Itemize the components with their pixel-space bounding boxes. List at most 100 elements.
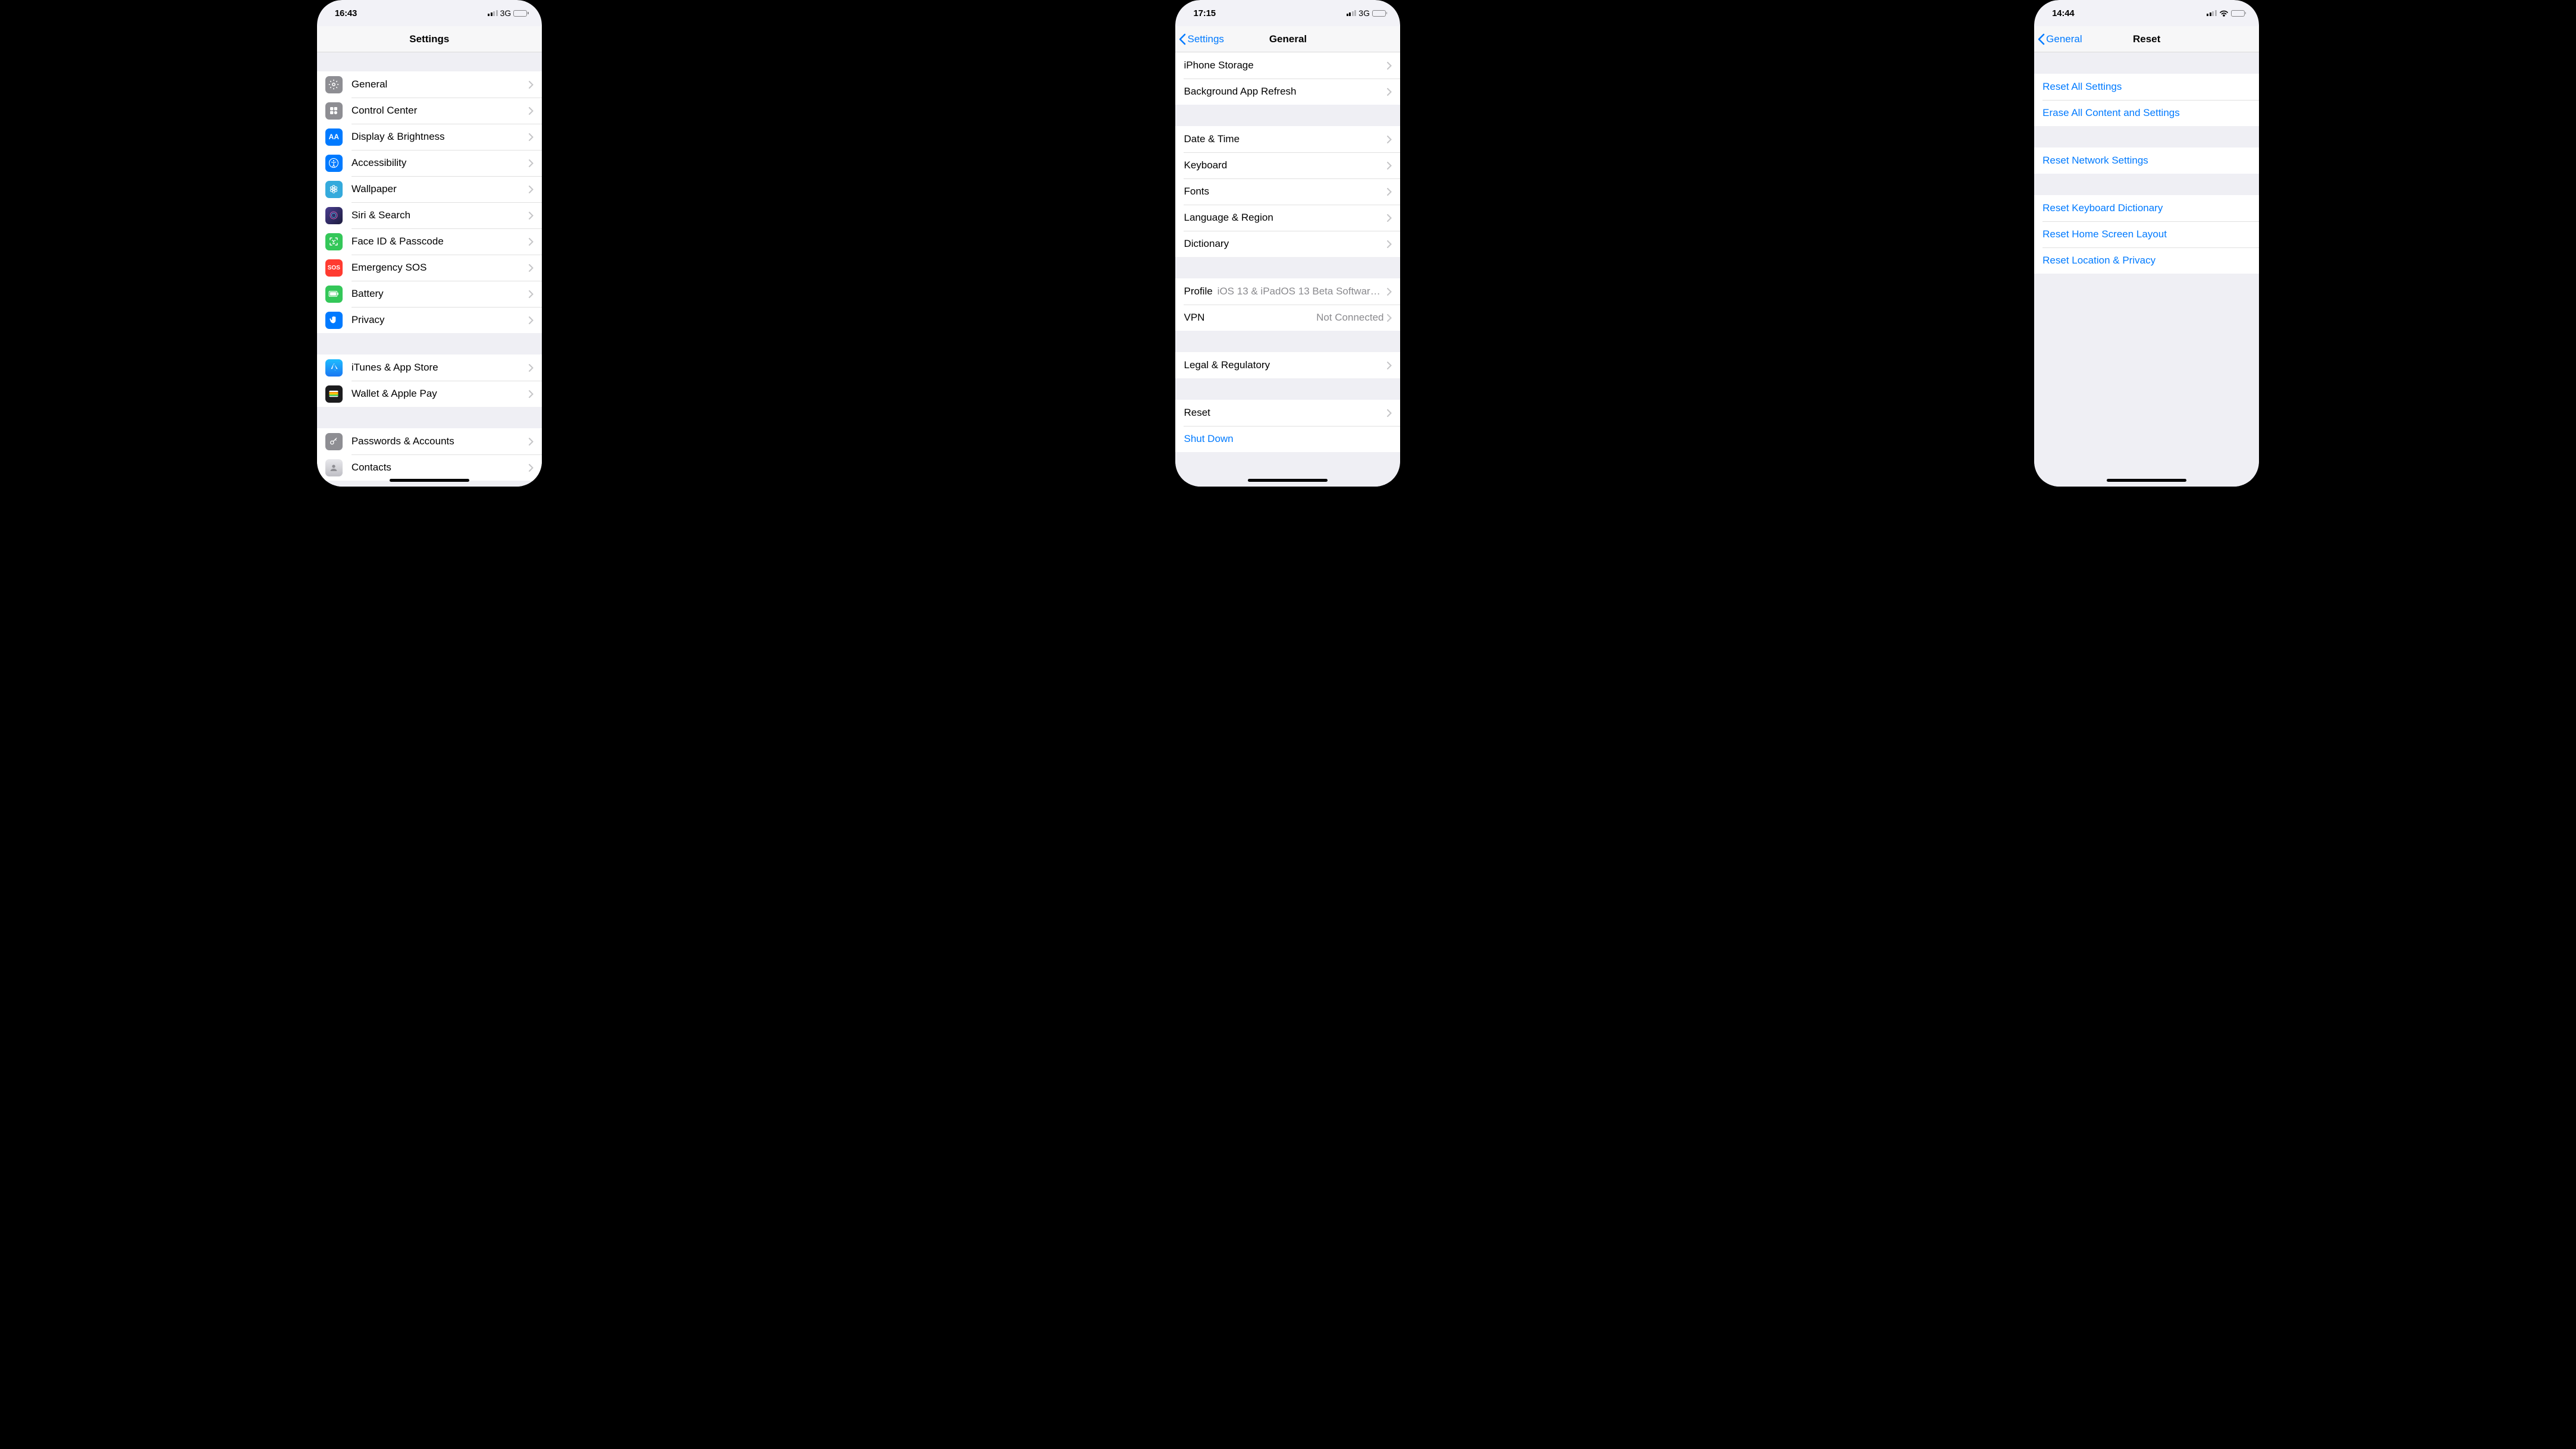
list: Reset All Settings Erase All Content and… bbox=[2034, 74, 2259, 126]
row-label: Wallpaper bbox=[352, 183, 529, 195]
row-keyboard[interactable]: Keyboard bbox=[1175, 152, 1400, 178]
row-label: Control Center bbox=[352, 105, 529, 117]
row-reset-home[interactable]: Reset Home Screen Layout bbox=[2034, 221, 2259, 247]
row-reset[interactable]: Reset bbox=[1175, 400, 1400, 426]
row-reset-network[interactable]: Reset Network Settings bbox=[2034, 148, 2259, 174]
screen: 14:44 General Reset Reset All Settings E… bbox=[2034, 0, 2259, 487]
chevron-right-icon bbox=[1387, 62, 1392, 70]
row-detail: Not Connected bbox=[1316, 312, 1383, 324]
row-label: Fonts bbox=[1184, 186, 1387, 197]
chevron-right-icon bbox=[529, 238, 534, 246]
home-indicator[interactable] bbox=[390, 479, 469, 482]
row-label: Dictionary bbox=[1184, 238, 1387, 250]
content[interactable]: iPhone Storage Background App Refresh Da… bbox=[1175, 52, 1400, 487]
row-detail: iOS 13 & iPadOS 13 Beta Software Profile… bbox=[1218, 286, 1384, 297]
nav-bar: Settings bbox=[317, 26, 542, 52]
row-passwords[interactable]: Passwords & Accounts bbox=[317, 428, 542, 454]
home-indicator[interactable] bbox=[1248, 479, 1328, 482]
wifi-icon bbox=[2219, 10, 2229, 17]
content[interactable]: Reset All Settings Erase All Content and… bbox=[2034, 52, 2259, 487]
contacts-icon bbox=[325, 459, 343, 476]
row-label: Date & Time bbox=[1184, 133, 1387, 145]
chevron-right-icon bbox=[1387, 214, 1392, 222]
row-language[interactable]: Language & Region bbox=[1175, 205, 1400, 231]
row-label: Background App Refresh bbox=[1184, 86, 1387, 98]
list: Legal & Regulatory bbox=[1175, 352, 1400, 378]
row-fonts[interactable]: Fonts bbox=[1175, 178, 1400, 205]
battery-row-icon bbox=[325, 286, 343, 303]
home-indicator[interactable] bbox=[2107, 479, 2186, 482]
row-general[interactable]: General bbox=[317, 71, 542, 98]
row-label: Passwords & Accounts bbox=[352, 435, 529, 447]
row-label: Shut Down bbox=[1184, 433, 1392, 445]
row-reset-location[interactable]: Reset Location & Privacy bbox=[2034, 247, 2259, 274]
row-date-time[interactable]: Date & Time bbox=[1175, 126, 1400, 152]
row-display[interactable]: AADisplay & Brightness bbox=[317, 124, 542, 150]
chevron-right-icon bbox=[529, 159, 534, 167]
row-label: Keyboard bbox=[1184, 159, 1387, 171]
phone-general: 17:15 3G Settings General iPhone Storage… bbox=[1175, 0, 1400, 487]
chevron-right-icon bbox=[529, 290, 534, 298]
row-contacts[interactable]: Contacts bbox=[317, 454, 542, 481]
list: iPhone Storage Background App Refresh bbox=[1175, 52, 1400, 105]
row-accessibility[interactable]: Accessibility bbox=[317, 150, 542, 176]
row-erase-all[interactable]: Erase All Content and Settings bbox=[2034, 100, 2259, 126]
row-legal[interactable]: Legal & Regulatory bbox=[1175, 352, 1400, 378]
row-privacy[interactable]: Privacy bbox=[317, 307, 542, 333]
row-wallpaper[interactable]: Wallpaper bbox=[317, 176, 542, 202]
row-sos[interactable]: SOSEmergency SOS bbox=[317, 255, 542, 281]
signal-icon bbox=[2207, 10, 2217, 16]
back-label: General bbox=[2046, 33, 2082, 45]
chevron-right-icon bbox=[1387, 188, 1392, 196]
chevron-right-icon bbox=[529, 107, 534, 115]
chevron-right-icon bbox=[529, 438, 534, 446]
chevron-right-icon bbox=[529, 186, 534, 193]
status-bar: 14:44 bbox=[2034, 0, 2259, 26]
status-right: 3G bbox=[488, 8, 529, 18]
section-gap bbox=[1175, 257, 1400, 278]
back-button[interactable]: Settings bbox=[1175, 33, 1223, 45]
row-appstore[interactable]: iTunes & App Store bbox=[317, 355, 542, 381]
network-label: 3G bbox=[1358, 8, 1370, 18]
row-label: Legal & Regulatory bbox=[1184, 359, 1387, 371]
phone-reset: 14:44 General Reset Reset All Settings E… bbox=[2034, 0, 2259, 487]
back-button[interactable]: General bbox=[2034, 33, 2082, 45]
row-reset-all[interactable]: Reset All Settings bbox=[2034, 74, 2259, 100]
key-icon bbox=[325, 433, 343, 450]
row-profile[interactable]: ProfileiOS 13 & iPadOS 13 Beta Software … bbox=[1175, 278, 1400, 305]
section-gap bbox=[1175, 331, 1400, 352]
battery-icon bbox=[1372, 10, 1388, 17]
row-siri[interactable]: Siri & Search bbox=[317, 202, 542, 228]
row-control-center[interactable]: Control Center bbox=[317, 98, 542, 124]
accessibility-icon bbox=[325, 155, 343, 172]
row-reset-keyboard[interactable]: Reset Keyboard Dictionary bbox=[2034, 195, 2259, 221]
chevron-right-icon bbox=[1387, 88, 1392, 96]
row-vpn[interactable]: VPNNot Connected bbox=[1175, 305, 1400, 331]
row-label: Siri & Search bbox=[352, 209, 529, 221]
row-wallet[interactable]: Wallet & Apple Pay bbox=[317, 381, 542, 407]
nav-title: Settings bbox=[317, 33, 542, 45]
list: ProfileiOS 13 & iPadOS 13 Beta Software … bbox=[1175, 278, 1400, 331]
row-shutdown[interactable]: Shut Down bbox=[1175, 426, 1400, 452]
phone-settings: 16:43 3G Settings General Control Center… bbox=[317, 0, 542, 487]
row-iphone-storage[interactable]: iPhone Storage bbox=[1175, 52, 1400, 79]
row-faceid[interactable]: Face ID & Passcode bbox=[317, 228, 542, 255]
chevron-right-icon bbox=[1387, 362, 1392, 369]
row-dictionary[interactable]: Dictionary bbox=[1175, 231, 1400, 257]
nav-bar: General Reset bbox=[2034, 26, 2259, 52]
row-label: iPhone Storage bbox=[1184, 59, 1387, 71]
row-battery[interactable]: Battery bbox=[317, 281, 542, 307]
list: Passwords & Accounts Contacts bbox=[317, 428, 542, 481]
chevron-right-icon bbox=[1387, 136, 1392, 143]
row-label: Privacy bbox=[352, 314, 529, 326]
row-bg-refresh[interactable]: Background App Refresh bbox=[1175, 79, 1400, 105]
chevron-left-icon bbox=[2038, 33, 2045, 45]
section-gap bbox=[2034, 126, 2259, 148]
content[interactable]: General Control Center AADisplay & Brigh… bbox=[317, 52, 542, 487]
row-label: Language & Region bbox=[1184, 212, 1387, 224]
chevron-right-icon bbox=[1387, 409, 1392, 417]
section-gap bbox=[317, 407, 542, 428]
row-label: Reset bbox=[1184, 407, 1387, 419]
section-gap bbox=[1175, 378, 1400, 400]
row-label: Face ID & Passcode bbox=[352, 236, 529, 247]
